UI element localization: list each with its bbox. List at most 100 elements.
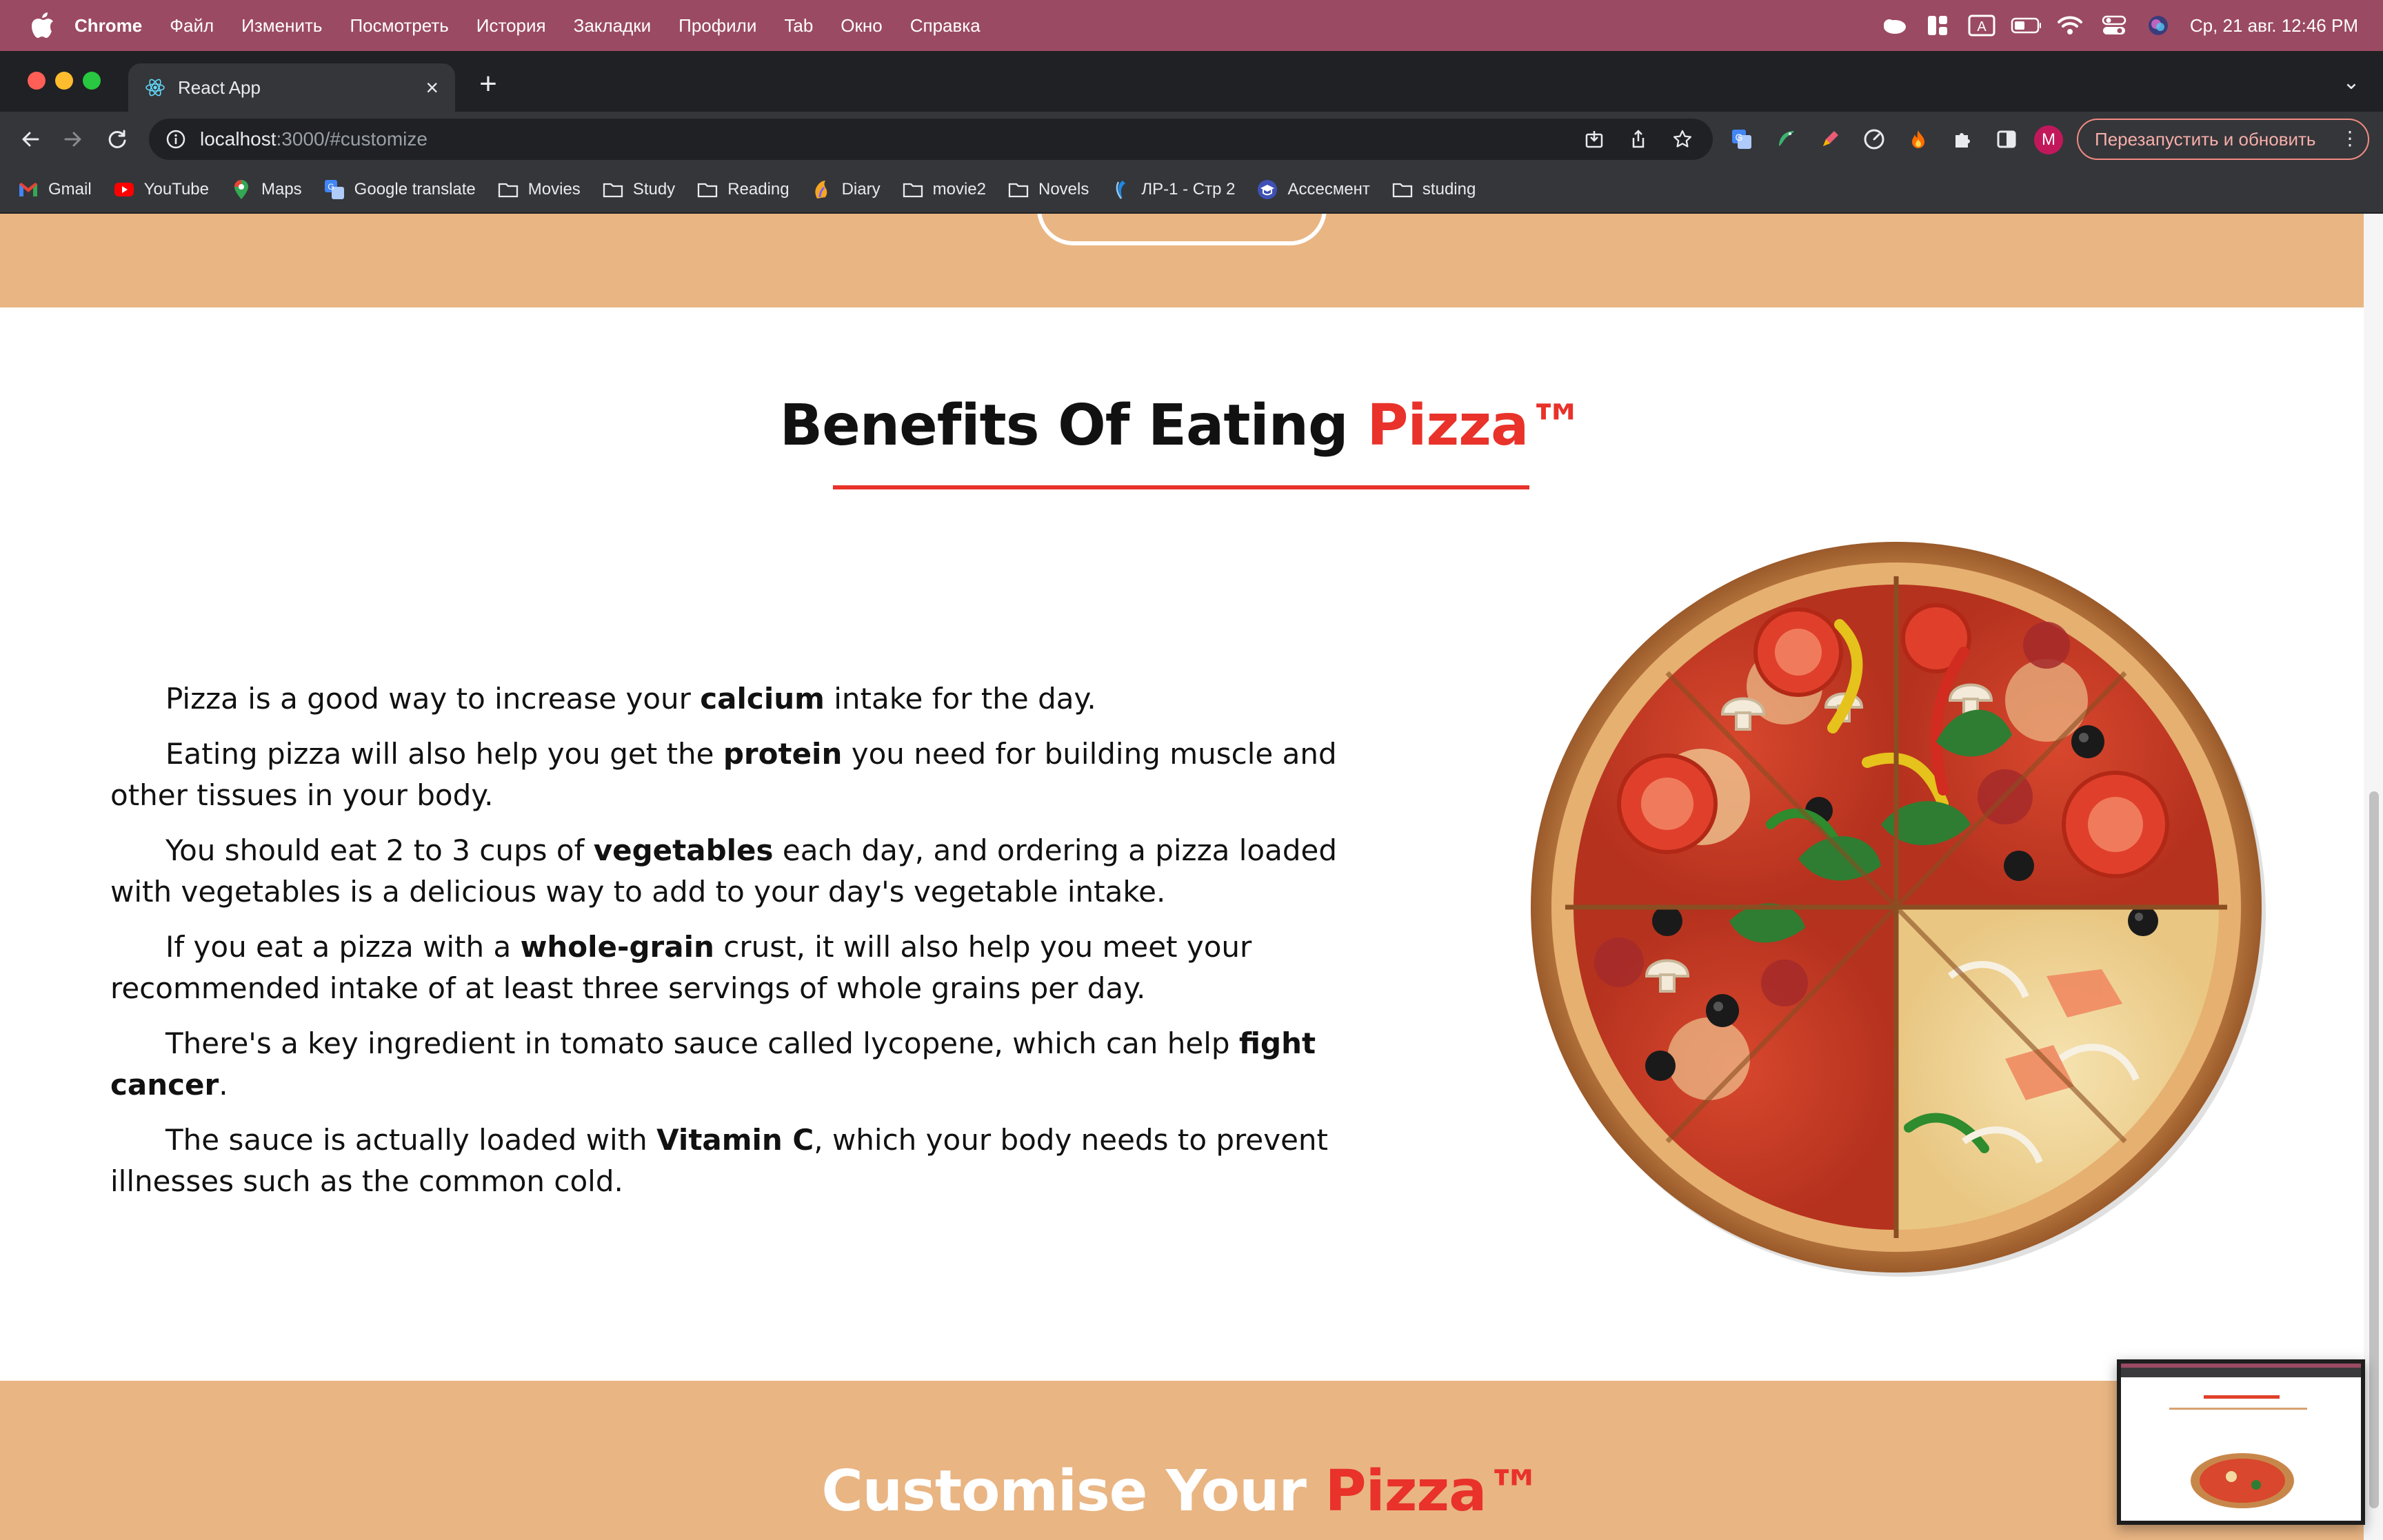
bookmarks-bar: Gmail YouTube Maps G Google translate Mov…: [0, 167, 2383, 214]
tab-close-icon[interactable]: ×: [425, 77, 439, 99]
svg-text:G: G: [1736, 132, 1743, 143]
siri-icon[interactable]: [2143, 10, 2173, 41]
reload-icon[interactable]: [102, 124, 132, 154]
chrome-tab-strip: React App × + ⌄: [0, 51, 2383, 112]
menu-window[interactable]: Окно: [841, 15, 882, 37]
flame-extension-icon[interactable]: [1903, 124, 1933, 154]
back-arrow-icon[interactable]: [15, 124, 46, 154]
tab-react-app[interactable]: React App ×: [128, 63, 455, 112]
bookmark-youtube[interactable]: YouTube: [114, 179, 209, 200]
site-info-icon[interactable]: [165, 129, 186, 150]
window-tiling-icon[interactable]: [1922, 10, 1953, 41]
apple-icon[interactable]: [25, 8, 61, 43]
menu-help[interactable]: Справка: [910, 15, 981, 37]
bookmark-maps[interactable]: Maps: [231, 179, 302, 200]
speed-dial-extension-icon[interactable]: [1859, 124, 1889, 154]
address-bar[interactable]: localhost:3000/#customize: [149, 119, 1713, 160]
scrollbar-thumb[interactable]: [2369, 791, 2379, 1508]
menu-view[interactable]: Посмотреть: [350, 15, 448, 37]
gmail-icon: [18, 179, 39, 200]
bookmark-study[interactable]: Study: [603, 179, 675, 200]
side-panel-icon[interactable]: [1991, 124, 2022, 154]
cloud-icon[interactable]: [1878, 10, 1909, 41]
benefit-vitamin-c: The sauce is actually loaded with Vitami…: [110, 1123, 1328, 1198]
battery-icon[interactable]: [2011, 10, 2041, 41]
folder-icon: [603, 179, 623, 200]
bookmark-novels[interactable]: Novels: [1008, 179, 1089, 200]
menu-bookmarks[interactable]: Закладки: [574, 15, 652, 37]
preview-content-image: [2121, 1377, 2361, 1521]
customise-heading-accent: Pizza™: [1325, 1459, 1542, 1524]
bookmark-gmail[interactable]: Gmail: [18, 179, 92, 200]
customise-heading-main: Customise Your: [821, 1459, 1307, 1524]
react-favicon-icon: [145, 79, 165, 97]
chrome-toolbar: localhost:3000/#customize G M Перезапуст…: [0, 112, 2383, 167]
minimize-window-button[interactable]: [55, 72, 73, 90]
svg-text:A: A: [1977, 19, 1987, 34]
menu-profiles[interactable]: Профили: [678, 15, 756, 37]
zoom-window-button[interactable]: [83, 72, 101, 90]
bookmark-reading[interactable]: Reading: [697, 179, 790, 200]
folder-icon: [1392, 179, 1413, 200]
lizard-extension-icon[interactable]: [1771, 124, 1801, 154]
bookmark-movie2[interactable]: movie2: [903, 179, 986, 200]
menu-file[interactable]: Файл: [170, 15, 214, 37]
menu-app-name[interactable]: Chrome: [74, 15, 142, 37]
install-app-icon[interactable]: [1580, 125, 1608, 153]
url-text[interactable]: localhost:3000/#customize: [200, 128, 428, 150]
menu-clock[interactable]: Ср, 21 авг. 12:46 PM: [2190, 15, 2358, 37]
swirl-icon: [1111, 179, 1132, 200]
bookmark-lr1[interactable]: ЛР-1 - Стр 2: [1111, 179, 1235, 200]
share-icon[interactable]: [1625, 125, 1652, 153]
page-viewport: Benefits Of Eating Pizza™ Pizza is a goo…: [0, 214, 2364, 1540]
relaunch-label: Перезапустить и обновить: [2095, 128, 2316, 150]
page-scrollbar[interactable]: [2364, 214, 2383, 1540]
benefits-text: Pizza is a good way to increase your cal…: [110, 678, 1407, 1216]
bookmark-studing[interactable]: studing: [1392, 179, 1476, 200]
pizza-image: [1531, 542, 2266, 1277]
youtube-icon: [114, 179, 134, 200]
relaunch-update-button[interactable]: Перезапустить и обновить ⋮: [2077, 119, 2369, 160]
maps-pin-icon: [231, 179, 252, 200]
bookmark-star-icon[interactable]: [1669, 125, 1696, 153]
bookmark-movies[interactable]: Movies: [498, 179, 581, 200]
extensions-puzzle-icon[interactable]: [1947, 124, 1978, 154]
benefit-whole-grain: If you eat a pizza with a whole-grain cr…: [110, 930, 1252, 1005]
translate-extension-icon[interactable]: G: [1727, 124, 1757, 154]
tab-search-chevron-icon[interactable]: ⌄: [2337, 70, 2365, 98]
benefits-heading-main: Benefits Of Eating: [779, 393, 1349, 458]
tab-title: React App: [178, 77, 261, 98]
benefit-vegetables: You should eat 2 to 3 cups of vegetables…: [110, 833, 1337, 909]
bookmark-diary[interactable]: Diary: [812, 179, 881, 200]
menu-edit[interactable]: Изменить: [241, 15, 322, 37]
new-tab-button[interactable]: +: [474, 69, 502, 99]
bookmark-assessment[interactable]: Ассесмент: [1257, 179, 1370, 200]
folder-icon: [498, 179, 519, 200]
menu-history[interactable]: История: [476, 15, 546, 37]
menu-tab[interactable]: Tab: [784, 15, 813, 37]
benefit-fight-cancer: There's a key ingredient in tomato sauce…: [110, 1026, 1316, 1102]
hero-section-bottom: [0, 214, 2364, 307]
benefits-heading: Benefits Of Eating Pizza™: [0, 393, 2364, 458]
forward-arrow-icon[interactable]: [58, 124, 88, 154]
folder-icon: [1008, 179, 1029, 200]
heading-underline: [833, 485, 1529, 489]
translate-icon: G: [324, 179, 345, 200]
bookmark-google-translate[interactable]: G Google translate: [324, 179, 476, 200]
close-window-button[interactable]: [28, 72, 46, 90]
folder-icon: [697, 179, 718, 200]
hero-button[interactable]: [1037, 214, 1327, 245]
svg-text:G: G: [328, 182, 334, 192]
benefits-heading-accent: Pizza™: [1367, 393, 1585, 458]
chrome-menu-icon[interactable]: ⋮: [2340, 127, 2360, 150]
control-center-icon[interactable]: [2099, 10, 2129, 41]
diary-hand-icon: [812, 179, 832, 200]
pen-extension-icon[interactable]: [1815, 124, 1845, 154]
benefit-protein: Eating pizza will also help you get the …: [110, 737, 1337, 812]
macos-menu-bar: Chrome Файл Изменить Посмотреть История …: [0, 0, 2383, 51]
wifi-icon[interactable]: [2055, 10, 2085, 41]
benefit-calcium: Pizza is a good way to increase your cal…: [165, 682, 1096, 716]
profile-avatar[interactable]: M: [2034, 125, 2063, 154]
screenshot-preview-thumbnail[interactable]: [2117, 1359, 2365, 1525]
input-source-icon[interactable]: A: [1967, 10, 1997, 41]
